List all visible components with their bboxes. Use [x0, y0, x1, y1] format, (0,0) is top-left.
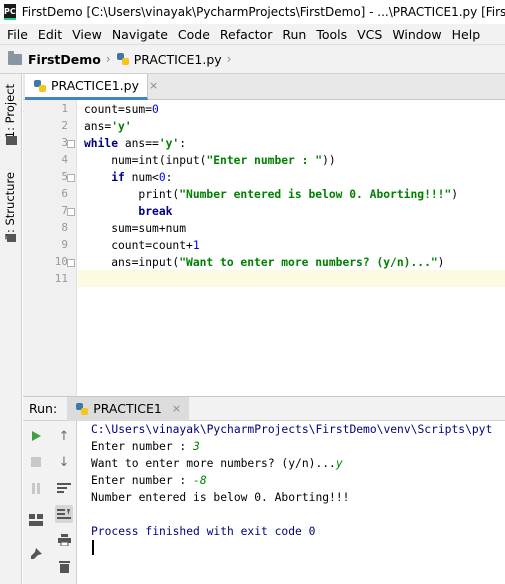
code-line-8: sum=sum+num [84, 222, 187, 235]
run-label: Run: [29, 401, 58, 416]
layout-icon[interactable] [27, 511, 45, 529]
current-line-highlight [78, 270, 505, 287]
project-tool-tab[interactable]: 1: Project [3, 84, 17, 138]
menu-edit[interactable]: Edit [33, 27, 67, 42]
line-number: 2 [61, 119, 68, 132]
console-line: Enter number : 3 [91, 438, 200, 455]
code-line-1: count=sum=0 [84, 103, 159, 116]
folder-icon [8, 50, 22, 65]
close-tab-icon[interactable]: × [149, 79, 158, 92]
console-line: Want to enter more numbers? (y/n)...y [91, 455, 343, 472]
code-line-10: ans=input("Want to enter more numbers? (… [84, 256, 445, 269]
line-number: 9 [61, 238, 68, 251]
chevron-right-icon: › [226, 52, 232, 66]
menu-refactor[interactable]: Refactor [215, 27, 277, 42]
fold-marker-icon[interactable] [67, 140, 75, 148]
trash-icon[interactable] [55, 557, 73, 575]
run-tab-label: PRACTICE1 [93, 401, 162, 416]
tab-practice1[interactable]: PRACTICE1.py × [25, 74, 158, 100]
run-toolbar: ↑ ↓ [23, 421, 77, 584]
left-tool-strip: 1: Project 7: Structure [0, 74, 22, 584]
chevron-right-icon: › [105, 52, 111, 66]
console-prompt: Want to enter more numbers? (y/n)... [91, 457, 336, 470]
pycharm-logo-icon: PC [4, 4, 16, 20]
console-prompt: Enter number : [91, 440, 194, 453]
console-message: Number entered is below 0. Aborting!!! [91, 491, 350, 504]
pause-icon[interactable] [27, 479, 45, 497]
console-exit-message: Process finished with exit code 0 [91, 525, 316, 538]
menu-view[interactable]: View [67, 27, 107, 42]
editor-gutter: 1 2 3 4 5 6 7 8 9 10 11 [23, 100, 77, 396]
menu-code[interactable]: Code [173, 27, 215, 42]
menu-run[interactable]: Run [277, 27, 311, 42]
python-file-icon [116, 52, 130, 66]
menu-window[interactable]: Window [387, 27, 446, 42]
structure-tool-tab[interactable]: 7: Structure [3, 172, 17, 240]
code-line-6: print("Number entered is below 0. Aborti… [84, 188, 459, 201]
console-line: Enter number : -8 [91, 472, 207, 489]
scroll-down-icon[interactable]: ↓ [55, 453, 73, 471]
menu-bar: File Edit View Navigate Code Refactor Ru… [0, 24, 505, 44]
print-icon[interactable] [55, 531, 73, 549]
console-prompt: Enter number : [91, 474, 194, 487]
python-run-icon [75, 402, 89, 416]
rerun-icon[interactable] [27, 427, 45, 445]
window-title: FirstDemo [C:\Users\vinayak\PycharmProje… [21, 5, 505, 19]
menu-file[interactable]: File [2, 27, 33, 42]
pin-icon[interactable] [27, 545, 45, 563]
code-editor[interactable]: 1 2 3 4 5 6 7 8 9 10 11 count=sum=0 ans=… [23, 100, 505, 396]
code-line-3: while ans=='y': [84, 137, 187, 150]
soft-wrap-icon[interactable] [55, 479, 73, 497]
close-run-tab-icon[interactable]: × [172, 402, 181, 415]
fold-marker-icon[interactable] [67, 208, 75, 216]
run-panel-header: Run: PRACTICE1 × [23, 396, 505, 421]
scroll-up-icon[interactable]: ↑ [55, 427, 73, 445]
code-line-4: num=int(input("Enter number : ")) [84, 154, 336, 167]
code-line-9: count=count+1 [84, 239, 200, 252]
console-user-input: 3 [193, 440, 200, 453]
menu-tools[interactable]: Tools [311, 27, 352, 42]
stop-icon[interactable] [27, 453, 45, 471]
tab-label: PRACTICE1.py [51, 78, 139, 93]
structure-icon [7, 234, 16, 242]
line-number: 10 [54, 255, 68, 268]
title-bar: PC FirstDemo [C:\Users\vinayak\PycharmPr… [0, 0, 505, 24]
line-number: 3 [61, 136, 68, 149]
menu-help[interactable]: Help [447, 27, 486, 42]
line-number: 1 [61, 102, 68, 115]
code-line-5: if num<0: [111, 171, 173, 184]
line-number: 11 [54, 272, 68, 285]
breadcrumb-project[interactable]: FirstDemo [28, 52, 101, 67]
fold-marker-icon[interactable] [67, 259, 75, 267]
console-user-input: -8 [193, 474, 207, 487]
code-line-7: break [138, 205, 173, 218]
breadcrumb: FirstDemo › PRACTICE1.py › [0, 44, 505, 74]
python-file-icon [33, 79, 47, 93]
scroll-to-end-icon[interactable] [55, 505, 73, 523]
line-number: 8 [61, 221, 68, 234]
code-line-2: ans='y' [84, 120, 132, 133]
menu-vcs[interactable]: VCS [352, 27, 387, 42]
breadcrumb-file[interactable]: PRACTICE1.py [134, 52, 222, 67]
fold-marker-icon[interactable] [67, 174, 75, 182]
line-number: 4 [61, 153, 68, 166]
line-number: 5 [61, 170, 68, 183]
run-tab-practice1[interactable]: PRACTICE1 × [67, 396, 190, 421]
project-icon [6, 136, 17, 145]
code-content: count=sum=0 ans='y' while ans=='y': num=… [84, 100, 458, 269]
line-number: 6 [61, 187, 68, 200]
line-number: 7 [61, 204, 68, 217]
console-command-path: C:\Users\vinayak\PycharmProjects\FirstDe… [91, 423, 493, 436]
run-console[interactable]: C:\Users\vinayak\PycharmProjects\FirstDe… [78, 421, 505, 584]
editor-tabs: PRACTICE1.py × [23, 74, 505, 100]
console-user-input: y [335, 457, 343, 470]
console-caret [92, 540, 94, 555]
menu-navigate[interactable]: Navigate [107, 27, 173, 42]
